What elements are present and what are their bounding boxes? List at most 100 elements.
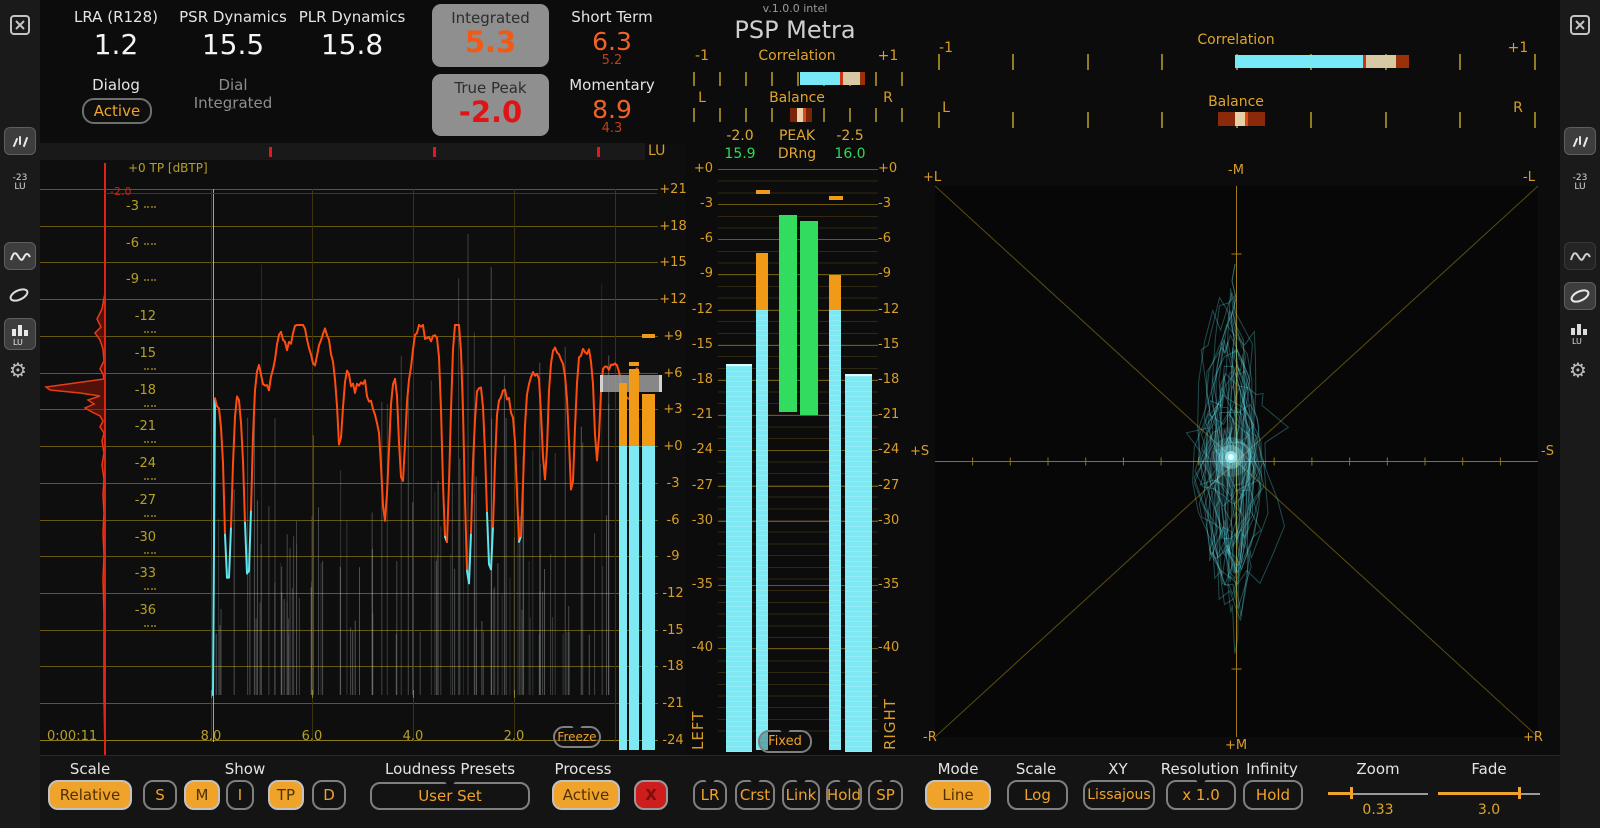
lu-meters-icon[interactable]: LU bbox=[1564, 318, 1594, 348]
correlation-label: Correlation bbox=[1164, 32, 1308, 48]
fade-slider-fill bbox=[1438, 792, 1520, 795]
fixed-button[interactable]: Fixed bbox=[758, 730, 812, 753]
meter-gridline bbox=[718, 169, 878, 170]
meter-scale-label-right: -3 bbox=[878, 196, 908, 211]
peak-hold-right-marker bbox=[829, 196, 843, 200]
mode-section-label: Mode bbox=[925, 760, 991, 778]
lu-reference-badge[interactable]: -23 LU bbox=[1564, 174, 1596, 192]
show-m-button[interactable]: M bbox=[184, 780, 220, 810]
show-d-button[interactable]: D bbox=[312, 780, 346, 810]
psr-label: PSR Dynamics bbox=[178, 8, 288, 26]
goniometer-icon[interactable] bbox=[4, 282, 34, 308]
correlation-history-bar bbox=[843, 72, 860, 85]
mode-line-button[interactable]: Line bbox=[925, 780, 991, 810]
window-close-icon[interactable] bbox=[9, 14, 31, 40]
meter-gridline bbox=[718, 239, 878, 240]
zoom-slider-handle[interactable] bbox=[1350, 787, 1353, 799]
time-axis-label: 6.0 bbox=[292, 729, 332, 744]
momentary-lu-bar-top bbox=[642, 394, 655, 446]
goniometer-icon[interactable] bbox=[1564, 282, 1596, 310]
meter-scale-label-right: -6 bbox=[878, 231, 908, 246]
graph-scale-label: -18 bbox=[126, 383, 156, 413]
meter-crst-button[interactable]: Crst bbox=[735, 780, 775, 810]
time-axis-label: 8.0 bbox=[191, 729, 231, 744]
lu-meters-icon-text: LU bbox=[1572, 337, 1582, 345]
flash-icon[interactable] bbox=[4, 127, 36, 155]
meter-gridline bbox=[718, 345, 878, 346]
loudness-history-icon[interactable] bbox=[1564, 242, 1596, 270]
balance-meter-marker bbox=[1245, 112, 1248, 126]
zoom-slider-fill bbox=[1328, 792, 1352, 795]
fade-slider-handle[interactable] bbox=[1518, 787, 1521, 799]
lu-ref-unit: LU bbox=[1564, 183, 1596, 192]
show-tp-button[interactable]: TP bbox=[268, 780, 304, 810]
meter-gridline bbox=[718, 310, 878, 311]
correlation-scale-tick bbox=[1459, 54, 1461, 70]
correlation-scale-tick bbox=[797, 72, 799, 86]
window-close-icon[interactable] bbox=[1569, 14, 1591, 40]
resolution-select[interactable]: x 1.0 bbox=[1166, 780, 1236, 810]
scope-corner-mr: -S bbox=[1541, 444, 1554, 459]
balance-right-label: R bbox=[1505, 100, 1531, 116]
channel-right-label: RIGHT bbox=[881, 635, 899, 750]
scope-corner-ml: +S bbox=[910, 444, 929, 459]
correlation-max-label: +1 bbox=[877, 48, 899, 64]
momentary-value: 8.9 bbox=[562, 95, 662, 124]
scope-corner-tc: -M bbox=[1221, 163, 1251, 178]
balance-scale-tick bbox=[771, 108, 773, 122]
peak-right-value: -2.5 bbox=[825, 128, 875, 144]
true-peak-tile[interactable]: True Peak -2.0 bbox=[432, 74, 549, 136]
shortterm-max-marker bbox=[629, 362, 639, 366]
lra-value: 1.2 bbox=[66, 28, 166, 61]
settings-gear-icon[interactable]: ⚙ bbox=[1569, 358, 1587, 382]
scale-relative-button[interactable]: Relative bbox=[48, 780, 132, 810]
scale-tick-dots bbox=[144, 279, 156, 281]
lu-scale-label: -12 bbox=[658, 586, 688, 601]
scale-tick-dots bbox=[144, 441, 156, 443]
meter-sp-button[interactable]: SP bbox=[868, 780, 903, 810]
integrated-tile[interactable]: Integrated 5.3 bbox=[432, 4, 549, 67]
balance-scale-tick bbox=[719, 108, 721, 122]
balance-right-label: R bbox=[877, 90, 899, 106]
meter-link-button[interactable]: Link bbox=[782, 780, 820, 810]
show-s-button[interactable]: S bbox=[143, 780, 177, 810]
scope-scale-section-label: Scale bbox=[1005, 760, 1067, 778]
scope-scale-log-button[interactable]: Log bbox=[1007, 780, 1068, 810]
balance-scale-tick bbox=[823, 108, 825, 122]
peak-meter-right-bar bbox=[829, 310, 841, 750]
lu-meters-icon[interactable]: LU bbox=[4, 318, 36, 350]
resolution-section-label: Resolution bbox=[1160, 760, 1240, 778]
balance-left-label: L bbox=[691, 90, 713, 106]
show-i-button[interactable]: I bbox=[226, 780, 254, 810]
right-sidebar: -23 LU LU ⚙ bbox=[1560, 0, 1600, 828]
lu-meters-icon-text: LU bbox=[13, 338, 23, 346]
loudness-preset-select[interactable]: User Set bbox=[370, 782, 530, 810]
infinity-hold-button[interactable]: Hold bbox=[1243, 780, 1303, 810]
balance-left-label: L bbox=[933, 100, 959, 116]
correlation-history-bar bbox=[1366, 55, 1396, 68]
short-term-label: Short Term bbox=[562, 8, 662, 26]
lu-scale-label: +15 bbox=[658, 255, 688, 270]
loudness-history-icon[interactable] bbox=[4, 242, 36, 270]
xy-lissajous-button[interactable]: Lissajous bbox=[1083, 780, 1155, 810]
meter-hold-button[interactable]: Hold bbox=[826, 780, 862, 810]
lu-scale-label: +21 bbox=[658, 182, 688, 197]
goniometer-panel: -1 Correlation +1 L Balance R +L -M -L +… bbox=[905, 0, 1560, 828]
process-clear-button[interactable]: X bbox=[634, 780, 668, 810]
lu-reference-badge[interactable]: -23 LU bbox=[4, 174, 36, 192]
freeze-button[interactable]: Freeze bbox=[553, 726, 601, 748]
momentary-label: Momentary bbox=[562, 76, 662, 94]
process-active-button[interactable]: Active bbox=[552, 780, 620, 810]
meter-lr-button[interactable]: LR bbox=[693, 780, 727, 810]
peak-label: PEAK bbox=[769, 128, 825, 144]
infinity-section-label: Infinity bbox=[1240, 760, 1304, 778]
dialog-active-button[interactable]: Active bbox=[82, 98, 152, 124]
balance-scale-tick bbox=[693, 108, 695, 122]
balance-scale-tick bbox=[1310, 112, 1312, 128]
meter-scale-label-left: -35 bbox=[685, 577, 713, 592]
settings-gear-icon[interactable]: ⚙ bbox=[9, 358, 27, 382]
meter-scale-label-right: -12 bbox=[878, 302, 908, 317]
scale-tick-dots bbox=[144, 368, 156, 370]
flash-icon[interactable] bbox=[1564, 127, 1596, 155]
balance-scale-tick bbox=[1087, 112, 1089, 128]
